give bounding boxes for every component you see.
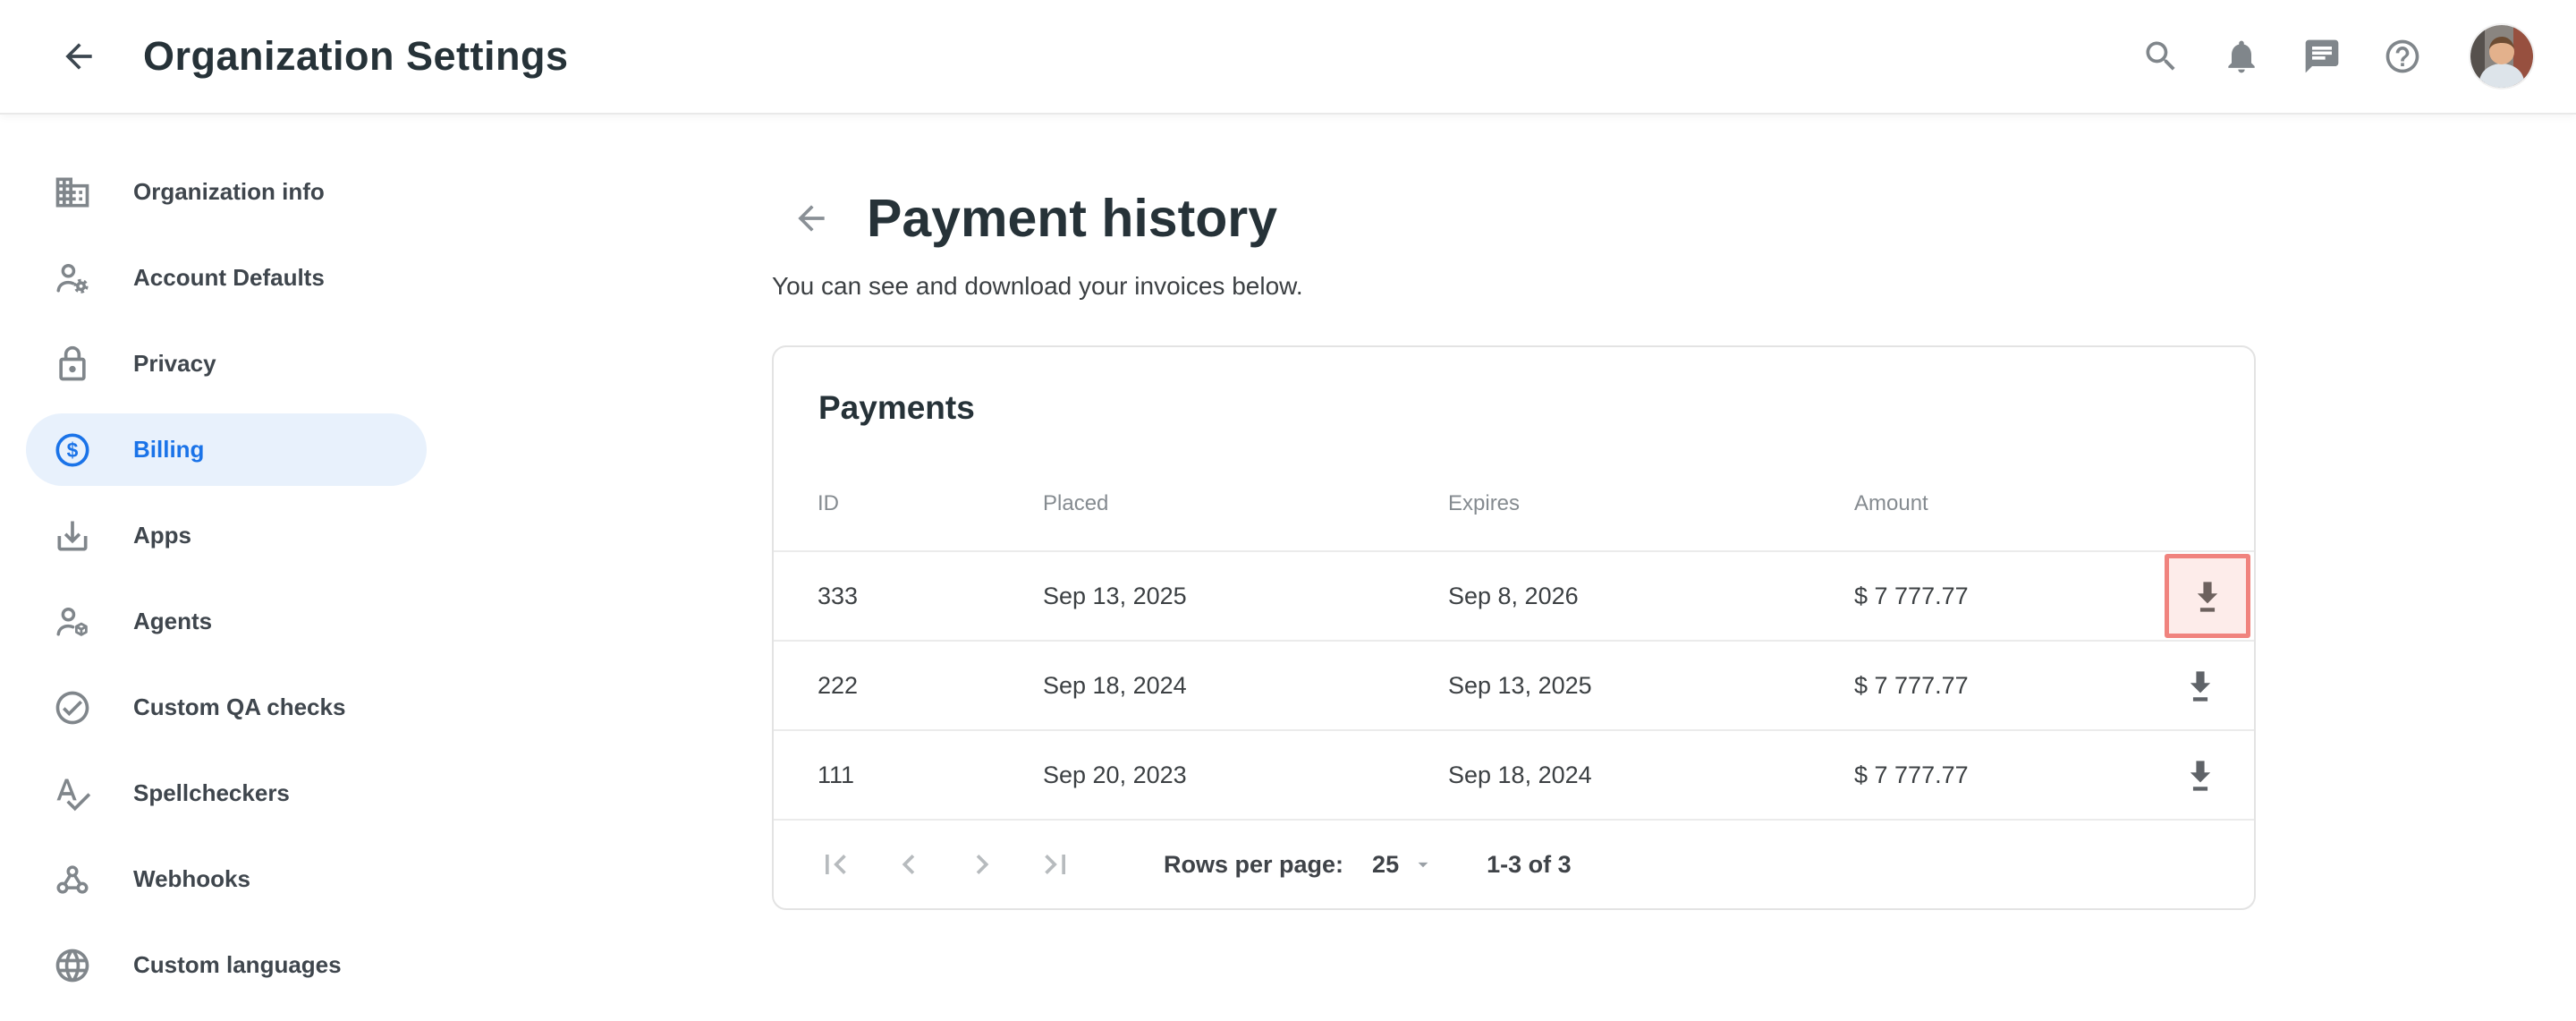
webhook-icon [53, 860, 92, 899]
bell-icon [2222, 37, 2261, 76]
help-icon [2383, 37, 2422, 76]
chevron-down-icon [1411, 853, 1435, 876]
sidebar-item-custom-languages[interactable]: Custom languages [26, 929, 427, 1001]
table-row: 333 Sep 13, 2025 Sep 8, 2026 $ 7 777.77 [774, 552, 2254, 642]
appbar: Organization Settings [0, 0, 2576, 115]
chat-button[interactable] [2293, 28, 2351, 85]
cell-amount: $ 7 777.77 [1854, 583, 2165, 610]
payment-history-header: Payment history [772, 188, 2256, 249]
cell-id: 222 [818, 672, 1043, 700]
back-to-billing-button[interactable] [783, 190, 840, 247]
sidebar-item-label: Account Defaults [133, 264, 325, 292]
payments-card: Payments ID Placed Expires Amount 333 Se… [772, 345, 2256, 910]
spellcheck-icon [53, 774, 92, 813]
building-icon [53, 173, 92, 212]
cell-placed: Sep 20, 2023 [1043, 761, 1448, 789]
main-content: Payment history You can see and download… [452, 115, 2576, 1021]
cell-placed: Sep 18, 2024 [1043, 672, 1448, 700]
cell-placed: Sep 13, 2025 [1043, 583, 1448, 610]
sidebar-item-label: Custom languages [133, 951, 342, 979]
sidebar-item-label: Billing [133, 436, 204, 464]
page-title: Organization Settings [143, 33, 569, 80]
column-header-expires: Expires [1448, 491, 1854, 516]
sidebar-item-label: Agents [133, 608, 212, 635]
column-header-amount: Amount [1854, 491, 2165, 516]
previous-page-button[interactable] [881, 837, 936, 892]
column-header-id: ID [818, 491, 1043, 516]
svg-text:$: $ [67, 438, 79, 462]
download-icon [2181, 755, 2220, 795]
back-button[interactable] [50, 28, 107, 85]
first-page-button[interactable] [808, 837, 863, 892]
download-tray-icon [53, 516, 92, 556]
dollar-circle-icon: $ [53, 430, 92, 470]
column-header-placed: Placed [1043, 491, 1448, 516]
card-title: Payments [774, 347, 2254, 427]
sidebar-item-agents[interactable]: Agents [26, 585, 427, 658]
first-page-icon [816, 845, 855, 884]
person-gear-icon [53, 259, 92, 298]
last-page-button[interactable] [1028, 837, 1083, 892]
person-cube-icon [53, 602, 92, 642]
sidebar-item-apps[interactable]: Apps [26, 499, 427, 572]
section-subtitle: You can see and download your invoices b… [772, 272, 2256, 301]
sidebar-item-custom-qa-checks[interactable]: Custom QA checks [26, 671, 427, 744]
download-icon [2188, 576, 2227, 616]
download-invoice-button[interactable] [2165, 554, 2250, 638]
settings-sidebar: Organization info Account Defaults Priva… [0, 115, 452, 1021]
download-icon [2181, 666, 2220, 705]
lock-icon [53, 345, 92, 384]
chat-icon [2302, 37, 2342, 76]
sidebar-item-label: Apps [133, 522, 191, 549]
cell-amount: $ 7 777.77 [1854, 761, 2165, 789]
appbar-icons [2132, 25, 2533, 88]
sidebar-item-label: Custom QA checks [133, 693, 345, 721]
search-icon [2141, 37, 2181, 76]
page-shell: Organization info Account Defaults Priva… [0, 115, 2576, 1021]
cell-id: 333 [818, 583, 1043, 610]
globe-icon [53, 946, 92, 985]
search-button[interactable] [2132, 28, 2190, 85]
chevron-right-icon [962, 845, 1002, 884]
last-page-icon [1036, 845, 1075, 884]
table-header-row: ID Placed Expires Amount [774, 427, 2254, 552]
arrow-back-icon [59, 37, 98, 76]
notifications-button[interactable] [2213, 28, 2270, 85]
sidebar-item-label: Spellcheckers [133, 779, 290, 807]
cell-expires: Sep 18, 2024 [1448, 761, 1854, 789]
chevron-left-icon [889, 845, 928, 884]
rows-per-page-label: Rows per page: [1164, 851, 1343, 879]
help-button[interactable] [2374, 28, 2431, 85]
sidebar-item-organization-info[interactable]: Organization info [26, 156, 427, 228]
sidebar-item-privacy[interactable]: Privacy [26, 328, 427, 400]
cell-amount: $ 7 777.77 [1854, 672, 2165, 700]
sidebar-item-label: Organization info [133, 178, 325, 206]
rows-per-page-value: 25 [1372, 851, 1399, 879]
check-circle-icon [53, 688, 92, 727]
cell-expires: Sep 8, 2026 [1448, 583, 1854, 610]
cell-expires: Sep 13, 2025 [1448, 672, 1854, 700]
sidebar-item-account-defaults[interactable]: Account Defaults [26, 242, 427, 314]
table-row: 222 Sep 18, 2024 Sep 13, 2025 $ 7 777.77 [774, 642, 2254, 731]
table-row: 111 Sep 20, 2023 Sep 18, 2024 $ 7 777.77 [774, 731, 2254, 821]
download-invoice-button[interactable] [2168, 653, 2233, 718]
sidebar-item-billing[interactable]: $ Billing [26, 413, 427, 486]
table-pagination: Rows per page: 25 1-3 of 3 [774, 821, 2254, 908]
cell-id: 111 [818, 761, 1043, 789]
next-page-button[interactable] [954, 837, 1010, 892]
arrow-back-icon [792, 199, 831, 238]
section-title: Payment history [867, 188, 1277, 249]
sidebar-item-webhooks[interactable]: Webhooks [26, 843, 427, 915]
user-avatar[interactable] [2470, 25, 2533, 88]
download-invoice-button[interactable] [2168, 743, 2233, 807]
avatar-image [2470, 25, 2533, 88]
rows-per-page-select[interactable]: 25 [1372, 851, 1435, 879]
sidebar-item-label: Privacy [133, 350, 216, 378]
pagination-range: 1-3 of 3 [1487, 851, 1572, 879]
sidebar-item-label: Webhooks [133, 865, 250, 893]
sidebar-item-spellcheckers[interactable]: Spellcheckers [26, 757, 427, 830]
